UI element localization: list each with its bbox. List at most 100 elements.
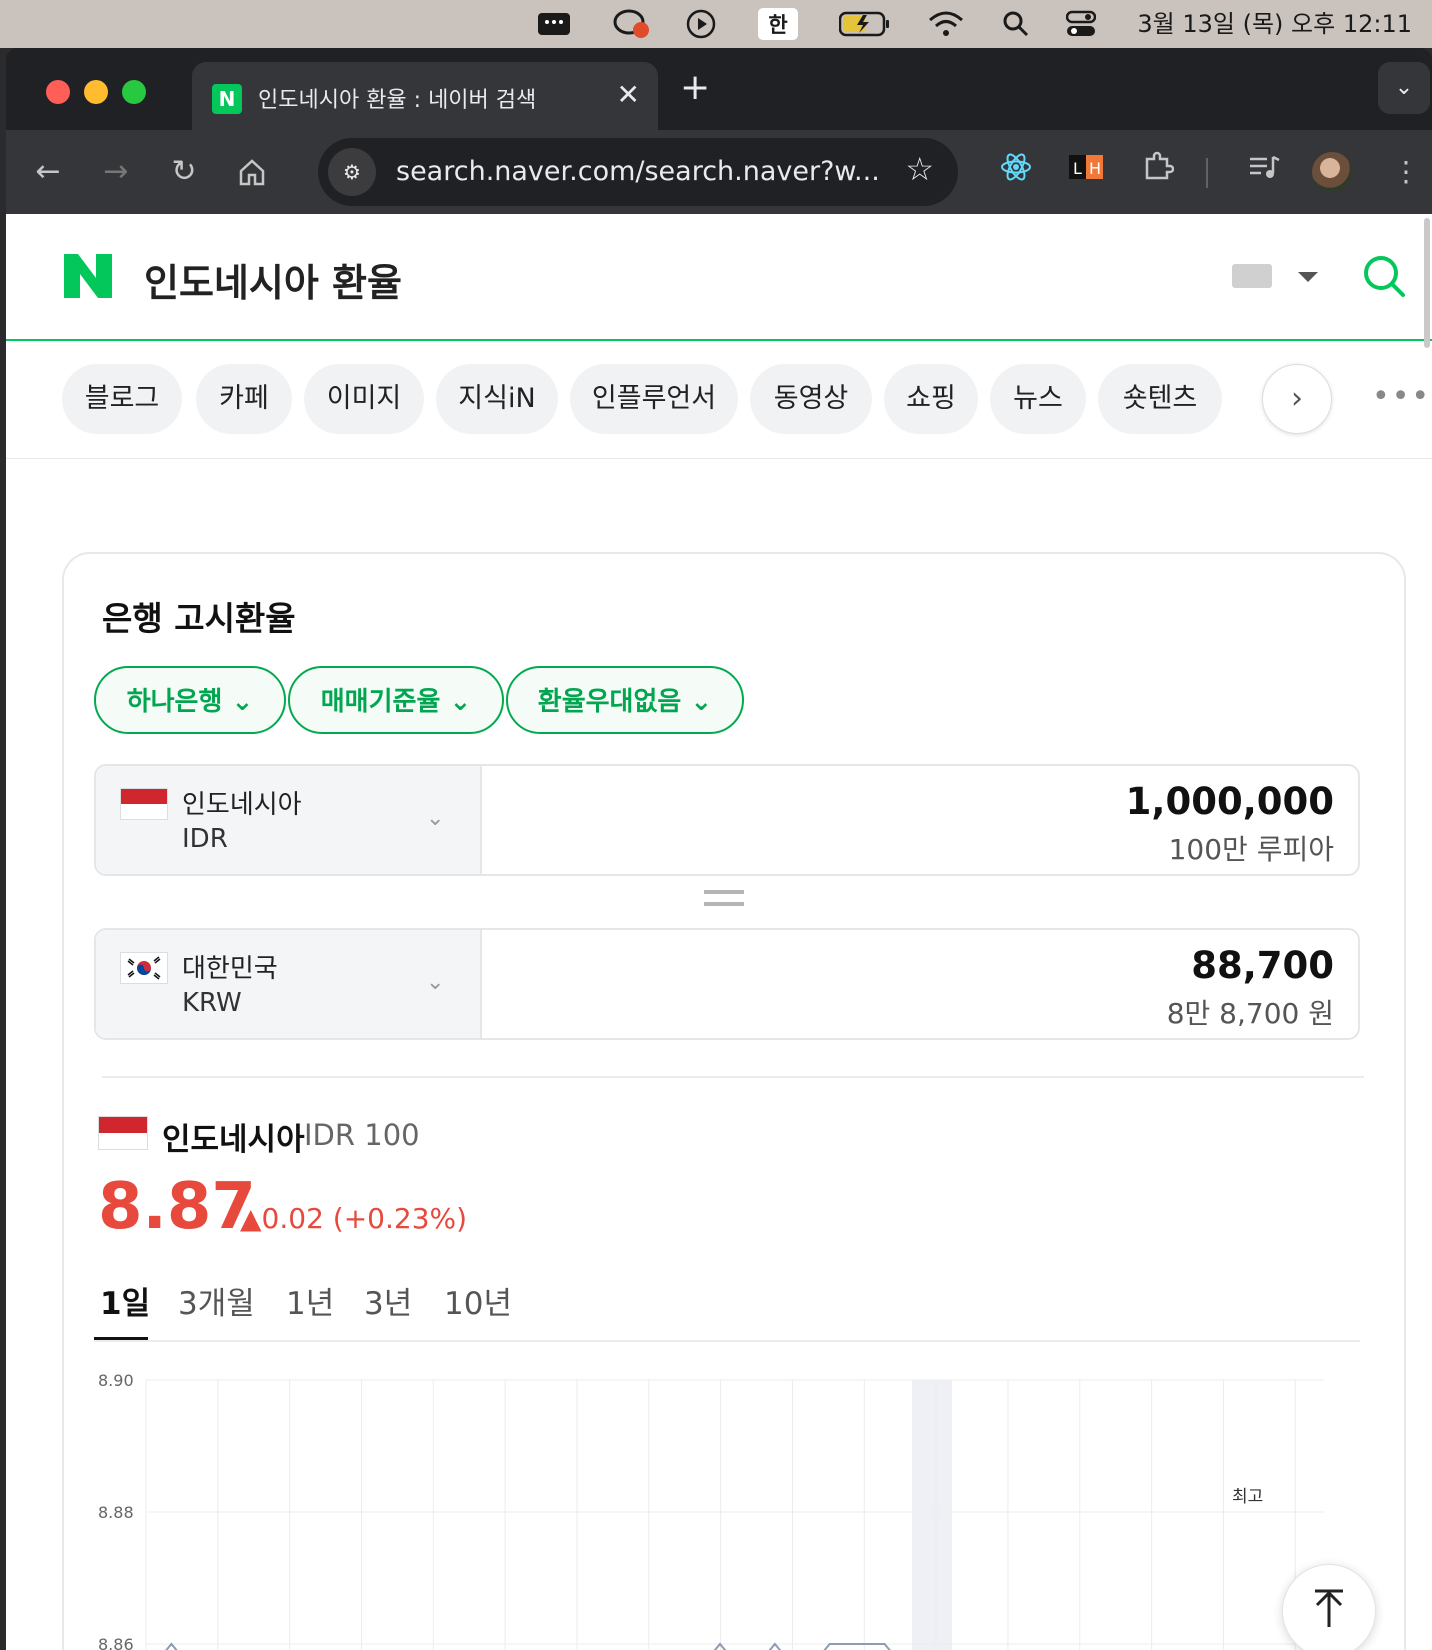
tab-10years[interactable]: 10년: [444, 1278, 512, 1323]
from-currency-row: 인도네시아 IDR ⌄ 1,000,000 100만 루피아: [94, 764, 1360, 876]
tab-influencer[interactable]: 인플루언서: [570, 364, 738, 434]
browser-toolbar: ← → ↻ ⚙ search.naver.com/search.naver?w.…: [6, 130, 1432, 214]
chat-icon[interactable]: [536, 8, 572, 40]
period-tabs: 1일 3개월 1년 3년 10년: [94, 1278, 1360, 1342]
control-center-icon[interactable]: [1064, 8, 1098, 40]
tab-search-chevron-icon[interactable]: ⌄: [1378, 62, 1430, 114]
equals-icon: [704, 890, 744, 906]
card-title: 은행 고시환율: [102, 599, 296, 638]
naver-logo-icon[interactable]: [62, 252, 114, 300]
tab-blog[interactable]: 블로그: [62, 364, 182, 434]
highlight-band: [912, 1380, 952, 1650]
profile-avatar[interactable]: [1312, 152, 1352, 192]
address-bar[interactable]: ⚙ search.naver.com/search.naver?w... ☆: [318, 138, 958, 206]
exchange-rate-card: 은행 고시환율 하나은행 ⌄ 매매기준율 ⌄ 환율우대없음 ⌄ 인도네시아 ID…: [62, 552, 1406, 1650]
svg-text:L: L: [1073, 159, 1082, 178]
menubar-clock[interactable]: 3월 13일 (목) 오후 12:11: [1137, 8, 1412, 40]
chevron-down-icon: ⌄: [690, 687, 713, 717]
kakaotalk-icon[interactable]: [612, 8, 652, 40]
y-tick-label: 8.90: [98, 1371, 134, 1390]
y-tick-label: 8.86: [98, 1635, 134, 1650]
wifi-icon[interactable]: [926, 8, 966, 40]
home-button[interactable]: [228, 148, 276, 196]
korea-flag-icon: [120, 952, 168, 984]
from-currency-select[interactable]: 인도네시아 IDR ⌄: [96, 766, 482, 874]
scroll-to-top-button[interactable]: [1282, 1564, 1376, 1650]
react-devtools-icon[interactable]: [994, 150, 1038, 194]
chevron-down-icon: ⌄: [426, 970, 445, 995]
autocomplete-toggle-icon[interactable]: [1298, 272, 1318, 282]
browser-tab[interactable]: N 인도네시아 환율 : 네이버 검색 ✕: [192, 62, 658, 132]
to-currency-select[interactable]: 대한민국 KRW ⌄: [96, 930, 482, 1038]
forward-button[interactable]: →: [92, 148, 140, 196]
tab-kin[interactable]: 지식iN: [436, 364, 558, 434]
naver-search-header: 인도네시아 환율: [6, 214, 1432, 341]
site-info-icon[interactable]: ⚙: [328, 148, 376, 196]
extensions-puzzle-icon[interactable]: [1136, 150, 1180, 194]
arrow-up-icon: [1315, 1589, 1343, 1627]
more-options-icon[interactable]: •••: [1372, 379, 1431, 414]
battery-icon[interactable]: [838, 8, 892, 40]
rate-currency-code: IDR 100: [304, 1118, 420, 1152]
y-tick-label: 8.88: [98, 1503, 134, 1522]
tab-cafe[interactable]: 카페: [196, 364, 292, 434]
tab-shopping[interactable]: 쇼핑: [884, 364, 978, 434]
close-tab-icon[interactable]: ✕: [617, 78, 640, 111]
close-window-button[interactable]: [46, 80, 70, 104]
from-currency-code: IDR: [182, 824, 228, 854]
rate-line-chart[interactable]: 8.90 8.88 8.86 최고: [94, 1362, 1364, 1650]
browser-window: N 인도네시아 환율 : 네이버 검색 ✕ + ⌄ ← → ↻ ⚙ search…: [6, 48, 1432, 1650]
toolbar-separator: [1206, 158, 1208, 188]
preferential-filter-button[interactable]: 환율우대없음 ⌄: [506, 666, 744, 734]
chevron-right-icon[interactable]: ›: [1262, 364, 1332, 434]
tab-3years[interactable]: 3년: [364, 1278, 412, 1323]
rate-type-label: 매매기준율: [320, 687, 441, 717]
keyboard-icon[interactable]: [1232, 264, 1272, 288]
tab-1year[interactable]: 1년: [286, 1278, 334, 1323]
new-tab-button[interactable]: +: [680, 68, 710, 108]
tab-images[interactable]: 이미지: [304, 364, 424, 434]
search-vertical-tabs: 블로그 카페 이미지 지식iN 인플루언서 동영상 쇼핑 뉴스 숏텐츠 › ••…: [6, 341, 1432, 459]
indonesia-flag-icon: [98, 1116, 148, 1150]
play-icon[interactable]: [684, 8, 718, 40]
spotlight-search-icon[interactable]: [1000, 8, 1032, 40]
ime-indicator[interactable]: 한: [758, 8, 798, 40]
indonesia-flag-icon: [120, 788, 168, 820]
bookmark-star-icon[interactable]: ☆: [905, 150, 934, 188]
to-amount-input[interactable]: 88,700: [1191, 944, 1334, 987]
page-viewport: 인도네시아 환율 블로그 카페 이미지 지식iN 인플루언서 동영상 쇼핑 뉴스…: [6, 214, 1432, 1650]
to-currency-code: KRW: [182, 988, 242, 1018]
back-button[interactable]: ←: [24, 148, 72, 196]
lighthouse-extension-icon[interactable]: LH: [1064, 150, 1108, 194]
chevron-down-icon: ⌄: [231, 687, 254, 717]
tab-video[interactable]: 동영상: [750, 364, 872, 434]
rate-change: ▲0.02 (+0.23%): [240, 1202, 468, 1235]
chart-annotation: 최고: [1232, 1487, 1263, 1507]
macos-menubar: 한 3월 13일 (목) 오후 12:11: [0, 0, 1432, 48]
tab-1day[interactable]: 1일: [100, 1278, 150, 1323]
search-query-text[interactable]: 인도네시아 환율: [144, 252, 402, 307]
chevron-down-icon: ⌄: [449, 687, 472, 717]
media-controls-icon[interactable]: [1242, 150, 1286, 194]
active-tab-indicator: [94, 1337, 148, 1340]
to-amount-words: 8만 8,700 원: [1166, 997, 1334, 1030]
from-amount-input[interactable]: 1,000,000: [1126, 780, 1334, 823]
tab-3months[interactable]: 3개월: [178, 1278, 255, 1323]
from-amount-words: 100만 루피아: [1168, 833, 1334, 866]
section-divider: [102, 1076, 1364, 1078]
rate-currency-name: 인도네시아: [162, 1122, 305, 1158]
url-text[interactable]: search.naver.com/search.naver?w...: [396, 156, 880, 187]
minimize-window-button[interactable]: [84, 80, 108, 104]
tab-title: 인도네시아 환율 : 네이버 검색: [258, 88, 537, 113]
to-currency-name: 대한민국: [182, 954, 278, 984]
bank-filter-button[interactable]: 하나은행 ⌄: [94, 666, 286, 734]
tab-shortents[interactable]: 숏텐츠: [1098, 364, 1222, 434]
tab-news[interactable]: 뉴스: [990, 364, 1086, 434]
menu-kebab-icon[interactable]: ⋮: [1384, 150, 1428, 194]
search-icon[interactable]: [1362, 254, 1406, 298]
reload-button[interactable]: ↻: [160, 148, 208, 196]
rate-price: 8.87: [98, 1170, 256, 1244]
zoom-window-button[interactable]: [122, 80, 146, 104]
rate-type-filter-button[interactable]: 매매기준율 ⌄: [288, 666, 504, 734]
page-scrollbar[interactable]: [1424, 218, 1430, 348]
